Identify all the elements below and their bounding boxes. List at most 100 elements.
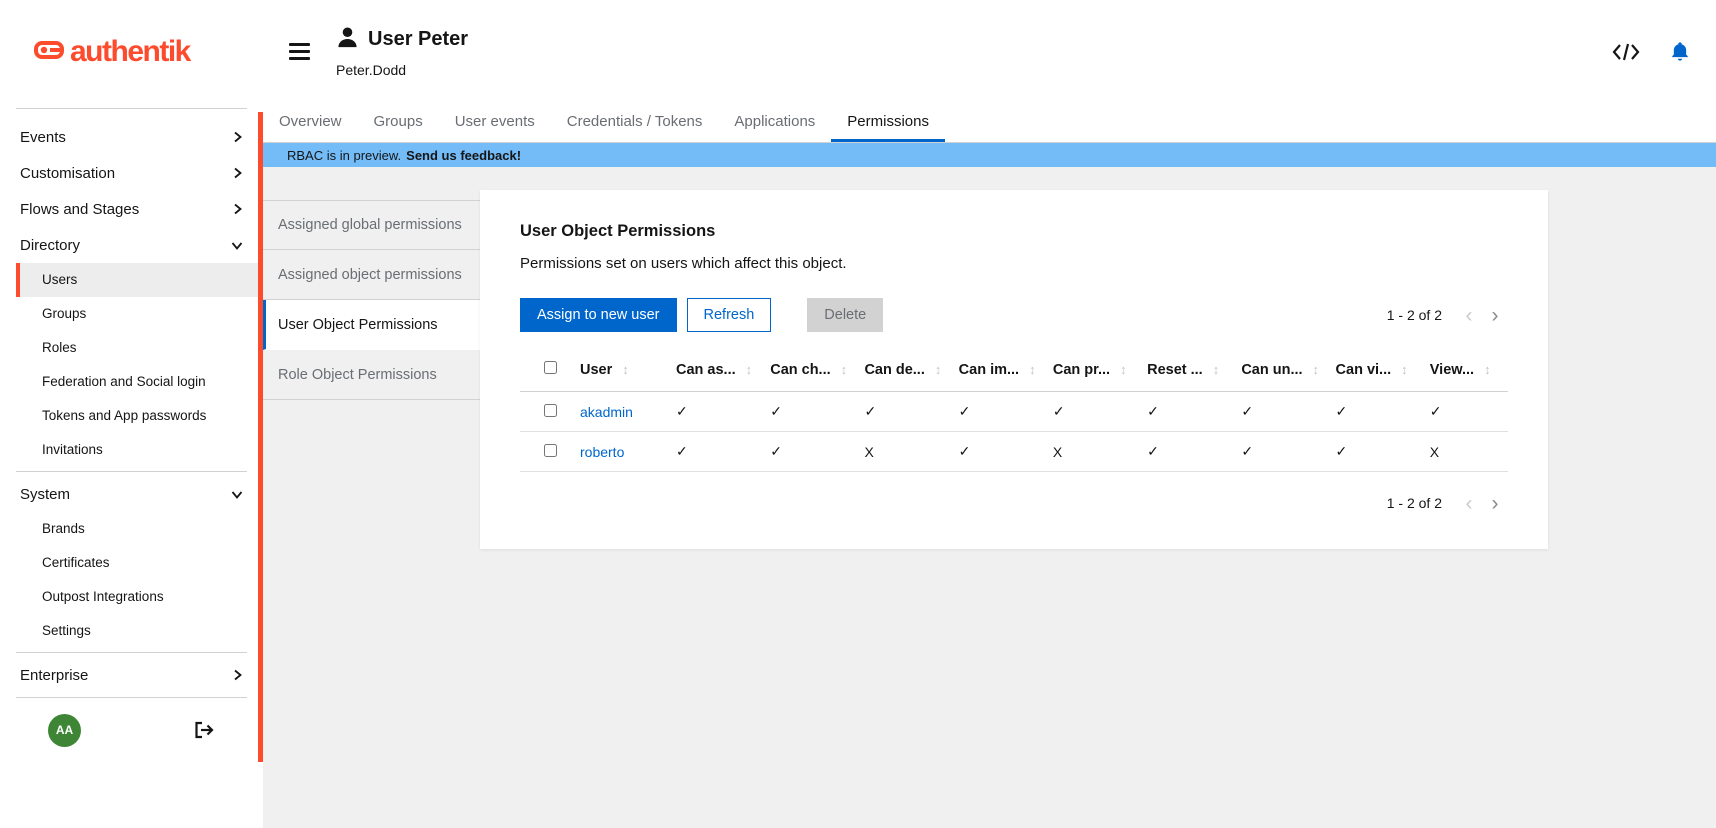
divider: [16, 697, 247, 698]
tab-overview[interactable]: Overview: [263, 103, 358, 142]
table-row: roberto ✓ ✓ X ✓ X ✓ ✓ ✓ X: [520, 432, 1508, 472]
system-children: Brands Certificates Outpost Integrations…: [0, 512, 263, 648]
sort-icon[interactable]: ↕: [1484, 362, 1491, 377]
authentik-logo[interactable]: authentik: [34, 35, 190, 69]
chevron-down-icon: [231, 489, 243, 500]
permission-value: ✓: [1053, 403, 1065, 419]
user-object-permissions-panel: User Object Permissions Permissions set …: [480, 190, 1548, 549]
sort-icon[interactable]: ↕: [1029, 362, 1036, 377]
column-header-view: View...↕: [1414, 348, 1508, 392]
sidebar-item-certificates[interactable]: Certificates: [16, 546, 263, 580]
vtab-role-object-permissions[interactable]: Role Object Permissions: [263, 350, 480, 400]
sidebar-item-invitations[interactable]: Invitations: [16, 433, 263, 467]
sidebar-item-roles[interactable]: Roles: [16, 331, 263, 365]
sort-icon[interactable]: ↕: [1401, 362, 1408, 377]
permission-value: ✓: [1241, 403, 1253, 419]
column-header-can-assign: Can as...↕: [660, 348, 754, 392]
table-header-row: User↕ Can as...↕ Can ch...↕ Can de...↕ C…: [520, 348, 1508, 392]
divider: [16, 471, 247, 472]
permission-value: ✓: [676, 443, 688, 459]
feedback-link[interactable]: Send us feedback!: [406, 148, 521, 163]
sort-icon[interactable]: ↕: [1120, 362, 1127, 377]
vtab-user-object-permissions[interactable]: User Object Permissions: [263, 300, 480, 350]
permission-value: ✓: [770, 443, 782, 459]
assign-to-new-user-button[interactable]: Assign to new user: [520, 298, 677, 332]
permission-value: ✓: [1336, 403, 1348, 419]
column-header-can-delete: Can de...↕: [848, 348, 942, 392]
pagination-prev-icon[interactable]: ‹: [1456, 302, 1482, 328]
pagination-next-icon[interactable]: ›: [1482, 302, 1508, 328]
tab-user-events[interactable]: User events: [439, 103, 551, 142]
delete-button[interactable]: Delete: [807, 298, 883, 332]
user-link[interactable]: akadmin: [580, 404, 633, 420]
sidebar-item-events[interactable]: Events: [0, 119, 263, 155]
chevron-down-icon: [231, 240, 243, 251]
sidebar-item-directory[interactable]: Directory: [0, 227, 263, 263]
column-header-can-impersonate: Can im...↕: [943, 348, 1037, 392]
sidebar-item-users[interactable]: Users: [16, 263, 263, 297]
pagination-prev-icon[interactable]: ‹: [1456, 490, 1482, 516]
sidebar-nav: Events Customisation Flows and Stages Di…: [0, 113, 263, 693]
pagination-next-icon[interactable]: ›: [1482, 490, 1508, 516]
sidebar-item-outpost-integrations[interactable]: Outpost Integrations: [16, 580, 263, 614]
permission-value: ✓: [1430, 403, 1442, 419]
chevron-right-icon: [232, 167, 243, 179]
avatar[interactable]: AA: [48, 714, 81, 747]
sort-icon[interactable]: ↕: [746, 362, 753, 377]
page-title: User Peter: [368, 28, 468, 51]
pagination-label: 1 - 2 of 2: [1387, 495, 1442, 511]
sort-icon[interactable]: ↕: [841, 362, 848, 377]
sidebar: authentik Events Customisation Flows and…: [0, 0, 263, 828]
api-code-icon[interactable]: [1612, 43, 1640, 61]
main-area: User Peter Peter.Dodd: [263, 0, 1716, 828]
tab-permissions[interactable]: Permissions: [831, 103, 945, 142]
notifications-bell-icon[interactable]: [1670, 41, 1690, 62]
refresh-button[interactable]: Refresh: [687, 298, 772, 332]
sidebar-item-tokens[interactable]: Tokens and App passwords: [16, 399, 263, 433]
sign-out-icon[interactable]: [194, 721, 215, 739]
permission-value: ✓: [770, 403, 782, 419]
sidebar-item-label: Flows and Stages: [20, 201, 139, 218]
vtab-assigned-object-permissions[interactable]: Assigned object permissions: [263, 250, 480, 300]
column-header-user: User↕: [564, 348, 660, 392]
sidebar-item-flows-and-stages[interactable]: Flows and Stages: [0, 191, 263, 227]
sort-icon[interactable]: ↕: [622, 362, 629, 377]
app-root: authentik Events Customisation Flows and…: [0, 0, 1716, 828]
permission-value: ✓: [1241, 443, 1253, 459]
chevron-right-icon: [232, 131, 243, 143]
bottom-pagination: 1 - 2 of 2 ‹ ›: [520, 490, 1508, 516]
rbac-preview-banner: RBAC is in preview. Send us feedback!: [263, 143, 1716, 167]
tab-groups[interactable]: Groups: [358, 103, 439, 142]
permission-value: ✓: [1147, 403, 1159, 419]
sidebar-item-federation[interactable]: Federation and Social login: [16, 365, 263, 399]
sort-icon[interactable]: ↕: [935, 362, 942, 377]
hamburger-menu-icon[interactable]: [289, 43, 310, 60]
row-checkbox[interactable]: [544, 444, 557, 457]
sidebar-item-customisation[interactable]: Customisation: [0, 155, 263, 191]
tab-credentials-tokens[interactable]: Credentials / Tokens: [551, 103, 719, 142]
chevron-right-icon: [232, 669, 243, 681]
sidebar-item-label: Events: [20, 129, 66, 146]
select-all-checkbox[interactable]: [544, 361, 557, 374]
banner-text: RBAC is in preview.: [287, 148, 401, 163]
sort-icon[interactable]: ↕: [1213, 362, 1220, 377]
sidebar-footer: AA: [0, 702, 263, 758]
column-header-reset: Reset ...↕: [1131, 348, 1225, 392]
tab-applications[interactable]: Applications: [718, 103, 831, 142]
user-link[interactable]: roberto: [580, 444, 624, 460]
permissions-table: User↕ Can as...↕ Can ch...↕ Can de...↕ C…: [520, 348, 1508, 472]
sidebar-item-label: System: [20, 486, 70, 503]
permission-value: ✓: [1147, 443, 1159, 459]
sidebar-item-label: Directory: [20, 237, 80, 254]
divider: [16, 652, 247, 653]
sidebar-item-system[interactable]: System: [0, 476, 263, 512]
row-checkbox[interactable]: [544, 404, 557, 417]
permission-value: X: [1053, 444, 1062, 460]
sidebar-item-brands[interactable]: Brands: [16, 512, 263, 546]
sidebar-item-enterprise[interactable]: Enterprise: [0, 657, 263, 693]
permission-value: X: [1430, 444, 1439, 460]
vtab-assigned-global-permissions[interactable]: Assigned global permissions: [263, 200, 480, 250]
sort-icon[interactable]: ↕: [1313, 362, 1320, 377]
sidebar-item-groups[interactable]: Groups: [16, 297, 263, 331]
sidebar-item-settings[interactable]: Settings: [16, 614, 263, 648]
